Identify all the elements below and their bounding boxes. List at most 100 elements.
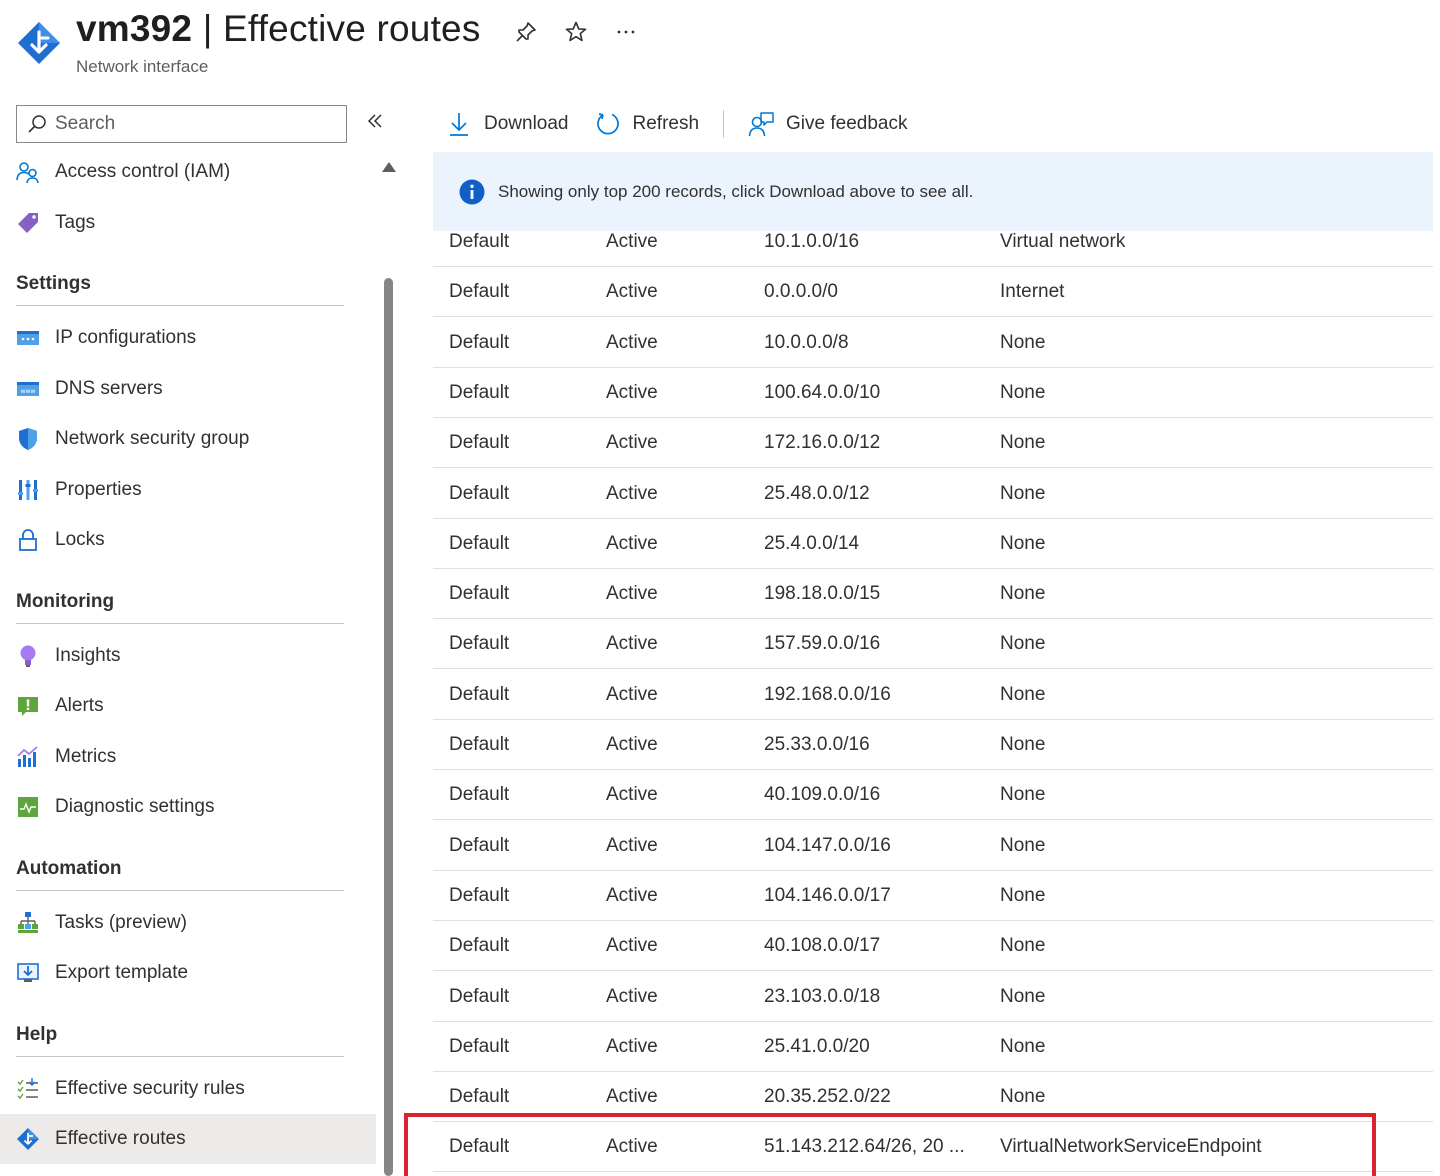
routes-icon: [16, 1127, 40, 1151]
route-state: Active: [606, 1086, 658, 1108]
collapse-sidebar-icon[interactable]: [366, 110, 384, 136]
scrollbar-thumb[interactable]: [384, 278, 393, 1176]
header-actions: [512, 18, 640, 46]
search-box[interactable]: [16, 105, 347, 143]
address-prefix: 100.64.0.0/10: [764, 381, 881, 403]
alert-icon: [16, 694, 40, 718]
address-prefix: 157.59.0.0/16: [764, 633, 881, 655]
table-row[interactable]: Default Active 10.0.0.0/8 None: [433, 318, 1433, 368]
address-prefix: 198.18.0.0/15: [764, 583, 881, 605]
route-state: Active: [606, 381, 658, 403]
table-row[interactable]: Default Active 192.168.0.0/16 None: [433, 670, 1433, 720]
shield-icon: [16, 427, 40, 451]
sidebar-item-label: Diagnostic settings: [55, 796, 215, 817]
next-hop-type: None: [1000, 1035, 1046, 1057]
next-hop-type: None: [1000, 381, 1046, 403]
sidebar-item-dns-servers[interactable]: www DNS servers: [0, 364, 376, 414]
sidebar-item-tasks-preview[interactable]: Tasks (preview): [0, 898, 376, 948]
lock-icon: [16, 528, 40, 552]
pin-icon[interactable]: [512, 18, 540, 46]
table-row[interactable]: Default Active 40.109.0.0/16 None: [433, 770, 1433, 821]
table-row[interactable]: Default Active 10.1.0.0/16 Virtual network: [433, 217, 1433, 267]
page-title: vm392 | Effective routes: [76, 8, 481, 49]
network-interface-icon: [18, 22, 60, 64]
next-hop-type: None: [1000, 331, 1046, 353]
table-row[interactable]: Default Active 23.103.0.0/18 None: [433, 972, 1433, 1022]
download-button[interactable]: Download: [446, 111, 569, 137]
table-row[interactable]: Default Active 104.147.0.0/16 None: [433, 821, 1433, 871]
sidebar-item-alerts[interactable]: Alerts: [0, 681, 376, 731]
sidebar-item-export-template[interactable]: Export template: [0, 948, 376, 998]
sidebar-item-properties[interactable]: Properties: [0, 465, 376, 515]
address-prefix: 40.108.0.0/17: [764, 935, 881, 957]
sidebar-item-label: Effective security rules: [55, 1077, 245, 1099]
route-source: Default: [449, 834, 510, 856]
section-header-settings: Settings: [16, 273, 344, 306]
next-hop-type: None: [1000, 532, 1046, 554]
scroll-up-arrow-icon[interactable]: [382, 162, 396, 172]
route-source: Default: [449, 935, 510, 957]
table-row[interactable]: Default Active 40.108.0.0/17 None: [433, 921, 1433, 972]
sidebar-item-locks[interactable]: Locks: [0, 515, 376, 565]
next-hop-type: None: [1000, 935, 1046, 957]
more-icon[interactable]: [612, 18, 640, 46]
refresh-button[interactable]: Refresh: [595, 111, 699, 137]
search-input[interactable]: [55, 113, 315, 135]
table-row[interactable]: Default Active 198.18.0.0/15 None: [433, 569, 1433, 620]
route-source: Default: [449, 683, 510, 705]
next-hop-type: None: [1000, 784, 1046, 806]
security-rules-icon: [16, 1077, 40, 1101]
feedback-label: Give feedback: [786, 113, 908, 134]
sidebar-item-network-security-group[interactable]: Network security group: [0, 414, 376, 464]
route-state: Active: [606, 482, 658, 504]
next-hop-type: None: [1000, 734, 1046, 755]
highlight-box: [404, 1113, 1376, 1176]
address-prefix: 172.16.0.0/12: [764, 432, 881, 454]
export-icon: [16, 961, 40, 985]
info-icon: [459, 179, 485, 204]
sidebar-item-label: Tags: [55, 211, 96, 233]
sidebar-item-metrics[interactable]: Metrics: [0, 732, 376, 782]
sidebar-item-label: Tasks (preview): [55, 911, 187, 933]
route-state: Active: [606, 432, 658, 454]
toolbar-separator: [723, 110, 725, 138]
address-prefix: 104.146.0.0/17: [764, 884, 891, 906]
give-feedback-button[interactable]: Give feedback: [748, 111, 908, 137]
svg-text:www: www: [21, 388, 36, 395]
next-hop-type: None: [1000, 834, 1046, 856]
table-row[interactable]: Default Active 25.48.0.0/12 None: [433, 469, 1433, 519]
sidebar-item-access-control-iam[interactable]: Access control (IAM): [0, 147, 376, 197]
sidebar-item-diagnostic-settings[interactable]: Diagnostic settings: [0, 782, 376, 832]
table-row[interactable]: Default Active 25.33.0.0/16 None: [433, 720, 1433, 770]
sidebar-item-insights[interactable]: Insights: [0, 631, 376, 681]
tag-icon: [16, 211, 40, 235]
next-hop-type: Internet: [1000, 281, 1065, 303]
next-hop-type: None: [1000, 985, 1046, 1007]
next-hop-type: None: [1000, 633, 1046, 655]
table-row[interactable]: Default Active 104.146.0.0/17 None: [433, 871, 1433, 921]
table-row[interactable]: Default Active 172.16.0.0/12 None: [433, 418, 1433, 469]
route-state: Active: [606, 532, 658, 554]
table-row[interactable]: Default Active 25.41.0.0/20 None: [433, 1022, 1433, 1072]
next-hop-type: None: [1000, 884, 1046, 906]
search-icon: [28, 115, 46, 133]
table-row[interactable]: Default Active 25.4.0.0/14 None: [433, 519, 1433, 569]
sidebar-item-effective-routes[interactable]: Effective routes: [0, 1114, 376, 1164]
address-prefix: 25.41.0.0/20: [764, 1035, 870, 1057]
sidebar-item-tags[interactable]: Tags: [0, 198, 376, 248]
route-source: Default: [449, 784, 510, 806]
route-state: Active: [606, 281, 658, 303]
sidebar-item-label: DNS servers: [55, 377, 163, 399]
sidebar-item-ip-configurations[interactable]: IP configurations: [0, 313, 376, 363]
table-row[interactable]: Default Active 0.0.0.0/0 Internet: [433, 267, 1433, 318]
sidebar-item-label: Access control (IAM): [55, 161, 231, 182]
table-row[interactable]: Default Active 157.59.0.0/16 None: [433, 619, 1433, 670]
sidebar-item-effective-security-rules[interactable]: Effective security rules: [0, 1064, 376, 1114]
sidebar-item-label: Effective routes: [55, 1128, 186, 1149]
route-source: Default: [449, 1035, 510, 1057]
download-label: Download: [484, 113, 569, 134]
feedback-icon: [748, 111, 774, 137]
next-hop-type: None: [1000, 1086, 1046, 1108]
table-row[interactable]: Default Active 100.64.0.0/10 None: [433, 368, 1433, 418]
star-icon[interactable]: [562, 18, 590, 46]
